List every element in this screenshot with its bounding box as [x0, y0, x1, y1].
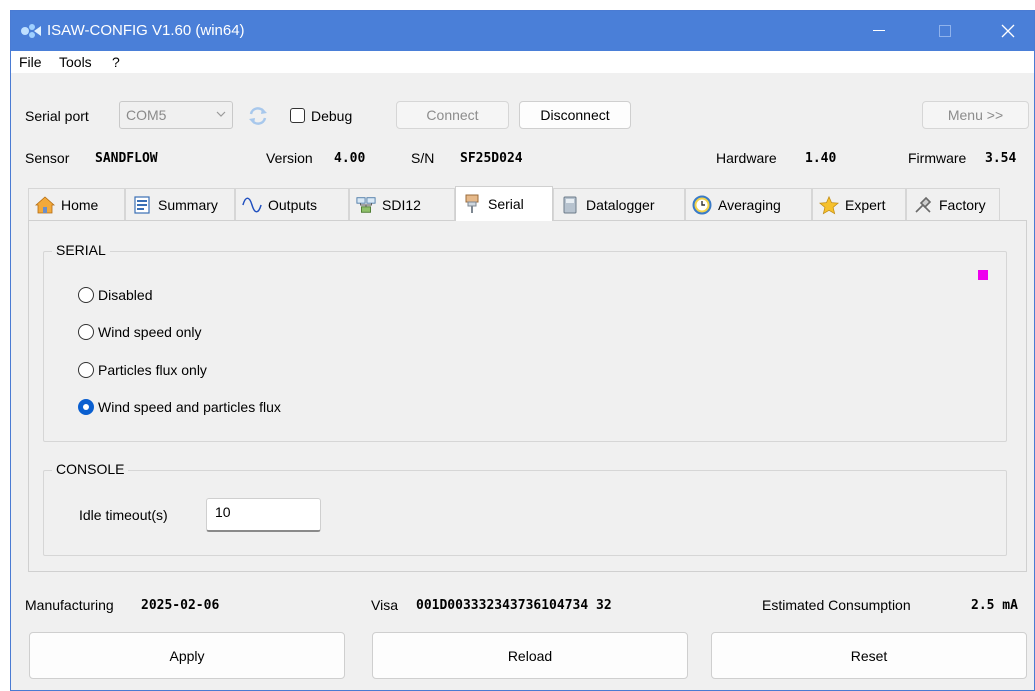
consumption-label: Estimated Consumption	[762, 597, 911, 613]
summary-icon	[132, 195, 152, 215]
star-icon	[819, 195, 839, 215]
tab-serial[interactable]: Serial	[455, 186, 553, 221]
tab-factory[interactable]: Factory	[906, 188, 1000, 220]
serial-port-select[interactable]: COM5	[119, 101, 233, 129]
serial-group: SERIAL Disabled Wind speed only Particle…	[43, 242, 1007, 442]
app-logo-icon	[21, 24, 41, 38]
sn-label: S/N	[411, 150, 435, 166]
idle-timeout-input[interactable]: 10	[206, 498, 321, 532]
close-icon	[1001, 24, 1015, 38]
visa-label: Visa	[371, 597, 398, 613]
app-window: ISAW-CONFIG V1.60 (win64) File Tools ? S…	[10, 10, 1035, 691]
chevron-down-icon	[216, 111, 226, 117]
maximize-icon	[939, 25, 951, 37]
menu-bar: File Tools ?	[11, 51, 1034, 73]
sn-value: SF25D024	[460, 151, 523, 166]
consumption-value: 2.5 mA	[971, 598, 1018, 613]
tab-datalogger[interactable]: Datalogger	[553, 188, 685, 220]
debug-checkbox[interactable]	[290, 108, 305, 123]
tab-datalogger-label: Datalogger	[586, 196, 655, 213]
tab-sdi12-label: SDI12	[382, 196, 421, 213]
menu-tools[interactable]: Tools	[59, 54, 92, 70]
disconnect-button[interactable]: Disconnect	[519, 101, 631, 129]
radio-particles-flux-only[interactable]: Particles flux only	[78, 362, 207, 378]
menu-help[interactable]: ?	[112, 54, 120, 70]
menu-button[interactable]: Menu >>	[922, 101, 1029, 129]
reset-button[interactable]: Reset	[711, 632, 1027, 679]
manufacturing-value: 2025-02-06	[141, 598, 220, 613]
sensor-value: SANDFLOW	[95, 151, 158, 166]
hardware-label: Hardware	[716, 150, 777, 166]
tab-sdi12[interactable]: SDI12	[349, 188, 455, 220]
serial-port-label: Serial port	[25, 108, 89, 124]
tab-factory-label: Factory	[939, 196, 986, 213]
radio-disabled-label: Disabled	[98, 287, 153, 303]
network-icon	[356, 195, 376, 215]
datalogger-icon	[560, 195, 580, 215]
wave-icon	[242, 195, 262, 215]
tab-averaging[interactable]: Averaging	[685, 188, 812, 220]
radio-disabled[interactable]: Disabled	[78, 287, 152, 303]
home-icon	[35, 195, 55, 215]
radio-selected-circle	[78, 399, 94, 415]
debug-label: Debug	[311, 108, 353, 124]
minimize-icon	[873, 30, 885, 31]
hardware-value: 1.40	[805, 151, 837, 166]
apply-button[interactable]: Apply	[29, 632, 345, 679]
radio-particles-flux-only-label: Particles flux only	[98, 362, 207, 378]
tab-expert-label: Expert	[845, 196, 886, 213]
radio-wind-speed-only-circle	[78, 324, 94, 340]
connect-button[interactable]: Connect	[396, 101, 509, 129]
window-title: ISAW-CONFIG V1.60 (win64)	[47, 22, 245, 39]
radio-wind-speed-and-particles-flux[interactable]: Wind speed and particles flux	[78, 399, 281, 415]
radio-disabled-circle	[78, 287, 94, 303]
tab-serial-label: Serial	[488, 196, 524, 212]
tab-summary[interactable]: Summary	[125, 188, 235, 220]
radio-wind-speed-only[interactable]: Wind speed only	[78, 324, 202, 340]
serial-group-title: SERIAL	[52, 242, 110, 258]
visa-value: 001D003332343736104734 32	[416, 598, 612, 613]
radio-particles-flux-only-circle	[78, 362, 94, 378]
radio-wind-speed-only-label: Wind speed only	[98, 324, 202, 340]
title-bar[interactable]: ISAW-CONFIG V1.60 (win64)	[11, 11, 1034, 51]
tab-home[interactable]: Home	[28, 188, 125, 220]
serial-tab-panel: SERIAL Disabled Wind speed only Particle…	[28, 220, 1027, 572]
version-label: Version	[266, 150, 313, 166]
reload-button[interactable]: Reload	[372, 632, 688, 679]
serial-connector-icon	[462, 194, 482, 214]
tools-icon	[913, 195, 933, 215]
menu-file[interactable]: File	[19, 54, 42, 70]
version-value: 4.00	[334, 151, 366, 166]
manufacturing-label: Manufacturing	[25, 597, 114, 613]
clock-icon	[692, 195, 712, 215]
tab-expert[interactable]: Expert	[812, 188, 906, 220]
console-group: CONSOLE Idle timeout(s) 10	[43, 461, 1007, 556]
serial-port-value: COM5	[126, 107, 167, 123]
console-group-title: CONSOLE	[52, 461, 129, 477]
maximize-button[interactable]	[922, 11, 968, 51]
tab-outputs[interactable]: Outputs	[235, 188, 349, 220]
firmware-label: Firmware	[908, 150, 967, 166]
close-button[interactable]	[985, 11, 1031, 51]
minimize-button[interactable]	[856, 11, 902, 51]
idle-timeout-label: Idle timeout(s)	[79, 507, 168, 523]
tab-summary-label: Summary	[158, 196, 218, 213]
tab-home-label: Home	[61, 196, 99, 213]
status-indicator	[978, 270, 988, 280]
tab-outputs-label: Outputs	[268, 196, 318, 213]
tab-averaging-label: Averaging	[718, 196, 781, 213]
firmware-value: 3.54	[985, 151, 1017, 166]
radio-wind-speed-and-particles-flux-label: Wind speed and particles flux	[98, 399, 281, 415]
refresh-icon[interactable]	[247, 105, 269, 127]
sensor-label: Sensor	[25, 150, 70, 166]
